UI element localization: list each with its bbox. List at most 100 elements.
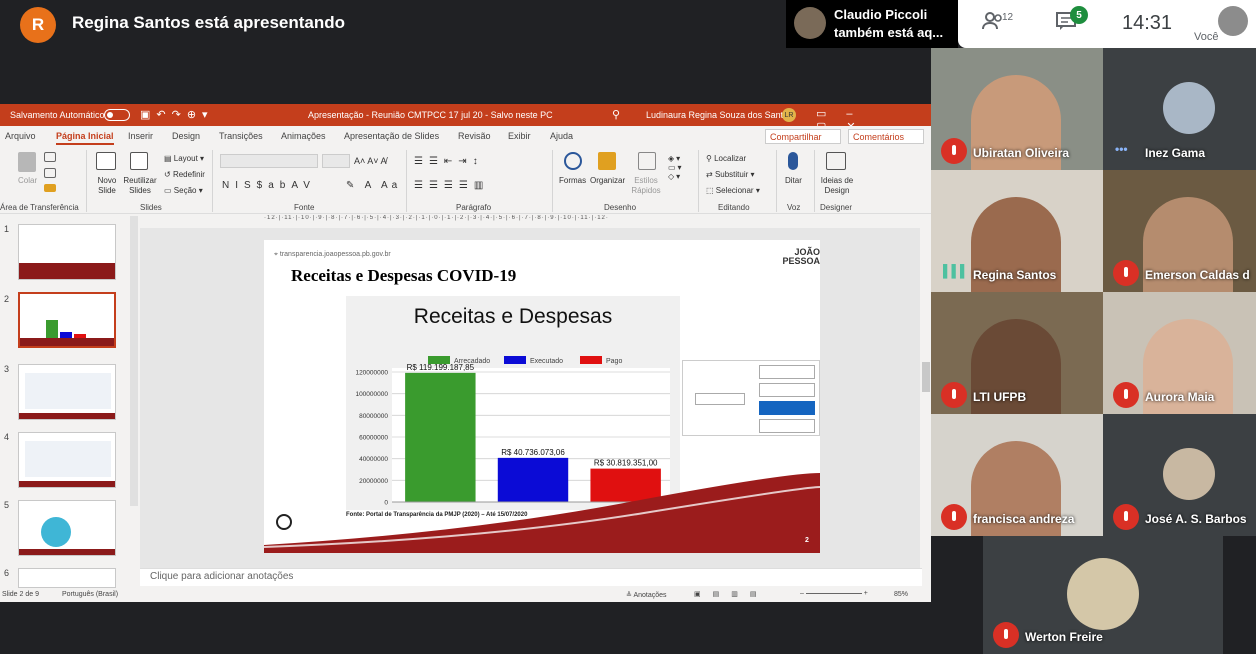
font-color-buttons[interactable]: ✎ A Aa bbox=[346, 180, 401, 191]
tab-pagina-inicial[interactable]: Página Inicial bbox=[56, 131, 114, 145]
current-slide[interactable]: ⌖ transparencia.joaopessoa.pb.gov.br JOÃ… bbox=[264, 240, 820, 553]
slide-url: ⌖ transparencia.joaopessoa.pb.gov.br bbox=[274, 251, 391, 259]
notes-pane[interactable]: Clique para adicionar anotações bbox=[140, 568, 922, 586]
people-button[interactable]: 12 bbox=[982, 12, 1013, 35]
tab-design[interactable]: Design bbox=[172, 131, 200, 141]
divider bbox=[552, 150, 553, 212]
legend-label: Pago bbox=[606, 358, 622, 365]
chat-button[interactable]: 5 bbox=[1056, 6, 1088, 35]
mic-off-icon bbox=[941, 504, 967, 530]
participant-name: José A. S. Barbos bbox=[1145, 512, 1247, 526]
section-button[interactable]: ▭ Seção ▾ bbox=[164, 186, 203, 195]
replace-button[interactable]: ⇄ Substituir ▾ bbox=[706, 170, 755, 179]
paste-icon[interactable] bbox=[18, 152, 36, 172]
slide-scrollbar[interactable] bbox=[922, 362, 930, 392]
participant-tile[interactable]: Werton Freire bbox=[983, 536, 1223, 654]
ribbon: Colar Área de Transferência Novo Slide R… bbox=[0, 146, 931, 214]
font-family-select[interactable] bbox=[220, 154, 318, 168]
participant-tile[interactable]: ••• Inez Gama bbox=[1103, 48, 1256, 170]
chat-badge: 5 bbox=[1070, 6, 1088, 24]
autosave-label: Salvamento Automático bbox=[10, 110, 105, 120]
shape-format-buttons[interactable]: ◈▾ ▭▾ ◇▾ bbox=[668, 154, 684, 181]
participant-avatar bbox=[1067, 558, 1139, 630]
quick-styles-icon[interactable] bbox=[638, 152, 656, 170]
font-size-select[interactable] bbox=[322, 154, 350, 168]
cut-icon[interactable] bbox=[44, 152, 56, 162]
mic-off-icon bbox=[1113, 504, 1139, 530]
tab-arquivo[interactable]: Arquivo bbox=[5, 131, 36, 141]
reset-button[interactable]: ↺ Redefinir bbox=[164, 170, 205, 179]
participant-tile[interactable]: Emerson Caldas d bbox=[1103, 170, 1256, 292]
view-buttons[interactable]: ▣▤▥▤ bbox=[694, 590, 768, 598]
participant-tile[interactable]: ▌▌▌ Regina Santos bbox=[931, 170, 1103, 292]
self-label: Você bbox=[1194, 31, 1219, 43]
language[interactable]: Português (Brasil) bbox=[62, 591, 118, 598]
join-notification[interactable]: Claudio Piccoli também está aq... bbox=[786, 0, 958, 48]
slide-page-number: 2 bbox=[805, 537, 809, 544]
new-slide-icon[interactable] bbox=[96, 152, 116, 170]
tab-ajuda[interactable]: Ajuda bbox=[550, 131, 573, 141]
quick-styles-label: Estilos Rápidos bbox=[631, 176, 661, 195]
participant-tile[interactable]: LTI UFPB bbox=[931, 292, 1103, 414]
share-button[interactable]: Compartilhar bbox=[765, 129, 841, 144]
meeting-top-bar: R Regina Santos está apresentando Claudi… bbox=[0, 0, 1256, 48]
participant-avatar bbox=[1163, 82, 1215, 134]
design-ideas-icon[interactable] bbox=[826, 152, 846, 170]
slide-thumbnail[interactable] bbox=[18, 224, 116, 280]
shapes-icon[interactable] bbox=[564, 152, 582, 170]
tab-animacoes[interactable]: Animações bbox=[281, 131, 326, 141]
comments-button[interactable]: Comentários bbox=[848, 129, 924, 144]
zoom-level[interactable]: 85% bbox=[894, 591, 908, 598]
status-bar: Slide 2 de 9 Português (Brasil) ≜ Anotaç… bbox=[0, 588, 931, 602]
thumb-number: 1 bbox=[4, 224, 10, 234]
reuse-slides-icon[interactable] bbox=[130, 152, 148, 170]
notification-name: Claudio Piccoli bbox=[834, 7, 928, 22]
speaking-indicator-icon: ••• bbox=[1115, 142, 1128, 156]
slide-thumbnail[interactable] bbox=[18, 568, 116, 588]
tab-apresentacao[interactable]: Apresentação de Slides bbox=[344, 131, 439, 141]
find-label: Localizar bbox=[714, 154, 747, 163]
microphone-icon[interactable] bbox=[788, 152, 798, 170]
arrange-icon[interactable] bbox=[598, 152, 616, 170]
divider bbox=[86, 150, 87, 212]
list-buttons[interactable]: ☰☰⇤⇥↕ bbox=[414, 156, 484, 167]
participant-avatar bbox=[1163, 448, 1215, 500]
tab-inserir[interactable]: Inserir bbox=[128, 131, 153, 141]
participant-tile[interactable]: Aurora Maia bbox=[1103, 292, 1256, 414]
select-label: Selecionar bbox=[715, 186, 754, 195]
participant-name: Regina Santos bbox=[973, 268, 1057, 282]
notes-toggle[interactable]: ≜ Anotações bbox=[626, 591, 667, 599]
font-style-buttons[interactable]: NIS$abAV bbox=[222, 180, 316, 191]
diagram-box bbox=[759, 419, 815, 433]
align-buttons[interactable]: ☰☰☰☰▥ bbox=[414, 180, 489, 191]
tab-revisao[interactable]: Revisão bbox=[458, 131, 491, 141]
tab-transicoes[interactable]: Transições bbox=[219, 131, 263, 141]
user-avatar[interactable]: LR bbox=[782, 108, 796, 122]
slide-thumbnail[interactable] bbox=[18, 500, 116, 556]
ribbon-tabs: Arquivo Página Inicial Inserir Design Tr… bbox=[0, 126, 931, 146]
format-painter-icon[interactable] bbox=[44, 184, 56, 192]
select-button[interactable]: ⬚ Selecionar ▾ bbox=[706, 186, 760, 195]
slide-thumbnail[interactable] bbox=[18, 292, 116, 348]
quick-access-icons[interactable]: ▣↶↷⊕▾ bbox=[140, 108, 214, 121]
tab-exibir[interactable]: Exibir bbox=[508, 131, 531, 141]
search-icon[interactable]: ⚲ bbox=[612, 108, 620, 121]
participant-grid: Ubiratan Oliveira ••• Inez Gama ▌▌▌ Regi… bbox=[931, 48, 1256, 654]
zoom-slider[interactable]: – + bbox=[800, 590, 878, 600]
thumbnail-scrollbar[interactable] bbox=[130, 216, 138, 506]
layout-button[interactable]: ▤ Layout ▾ bbox=[164, 154, 204, 163]
participant-name: Aurora Maia bbox=[1145, 390, 1215, 404]
slide-thumbnail[interactable] bbox=[18, 432, 116, 488]
autosave-toggle[interactable] bbox=[104, 109, 130, 121]
participant-tile[interactable]: francisca andreza bbox=[931, 414, 1103, 536]
find-button[interactable]: ⚲ Localizar bbox=[706, 154, 746, 163]
participant-tile[interactable]: Ubiratan Oliveira bbox=[931, 48, 1103, 170]
participant-tile[interactable]: José A. S. Barbos bbox=[1103, 414, 1256, 536]
bar-data-label: R$ 40.736.073,06 bbox=[501, 448, 565, 457]
city-logo: JOÃO PESSOA bbox=[782, 247, 820, 266]
self-avatar[interactable] bbox=[1218, 6, 1248, 36]
slide-thumbnail[interactable] bbox=[18, 364, 116, 420]
document-title[interactable]: Apresentação - Reunião CMTPCC 17 jul 20 … bbox=[308, 110, 553, 120]
font-size-buttons[interactable]: A˄ A˅ A̸ bbox=[354, 156, 387, 166]
copy-icon[interactable] bbox=[44, 168, 56, 178]
